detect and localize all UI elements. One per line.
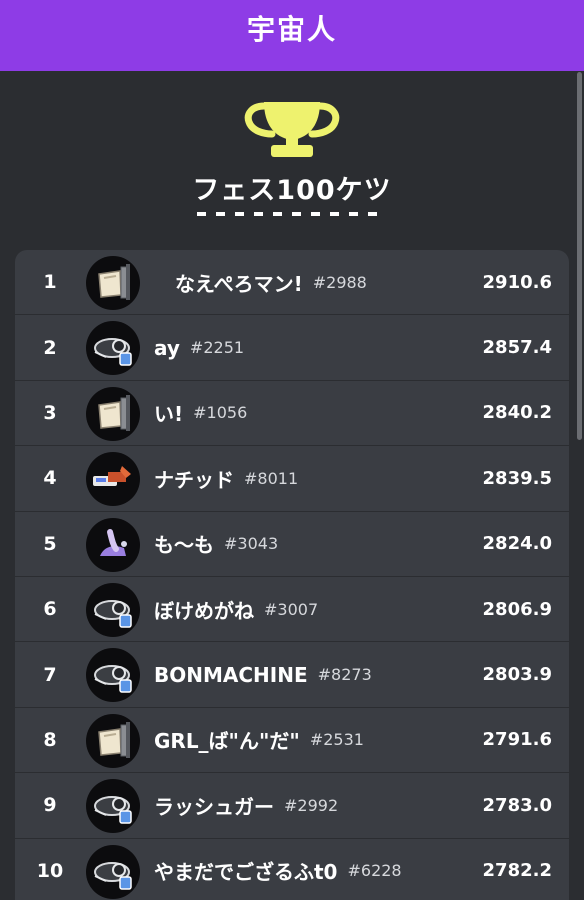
trophy-icon xyxy=(242,100,342,160)
leaderboard-row[interactable]: 2 ay #2251 2857.4 xyxy=(15,315,569,381)
player-name: ぼけめがね xyxy=(154,598,254,623)
leaderboard-row[interactable]: 10 やまだでござるふt0 #6228 2782.2 xyxy=(15,839,569,900)
player-score: 2857.4 xyxy=(482,337,552,359)
player-tag: #1056 xyxy=(193,403,248,423)
player-info: なえぺろマン! #2988 xyxy=(175,250,367,314)
bucket-icon xyxy=(86,517,140,572)
rank-number: 9 xyxy=(43,794,57,817)
dualie-icon xyxy=(86,452,140,507)
player-info: ay #2251 xyxy=(154,315,244,379)
splat-roller-icon xyxy=(86,386,140,441)
rank-number: 6 xyxy=(43,598,57,621)
leaderboard-list: 1 なえぺろマン! #2988 2910.6 2 ay #2251 2857.4 3 い! #105… xyxy=(15,250,569,900)
page-title: 宇宙人 xyxy=(246,13,337,46)
player-tag: #2992 xyxy=(284,795,339,815)
leaderboard-row[interactable]: 7 BONMACHINE #8273 2803.9 xyxy=(15,642,569,708)
leaderboard-row[interactable]: 6 ぼけめがね #3007 2806.9 xyxy=(15,577,569,643)
player-info: ぼけめがね #3007 xyxy=(154,577,318,641)
rank-number: 7 xyxy=(43,663,57,686)
leaderboard-row[interactable]: 3 い! #1056 2840.2 xyxy=(15,381,569,447)
splatling-icon xyxy=(86,648,140,703)
player-name: ナチッド xyxy=(154,467,234,492)
leaderboard-row[interactable]: 4 ナチッド #8011 2839.5 xyxy=(15,446,569,512)
player-info: い! #1056 xyxy=(154,381,247,445)
splatling-icon xyxy=(86,844,140,899)
player-score: 2782.2 xyxy=(482,860,552,882)
player-name: やまだでござるふt0 xyxy=(154,860,338,885)
rank-number: 2 xyxy=(43,336,57,359)
player-name: なえぺろマン! xyxy=(175,271,303,296)
player-info: ラッシュガー #2992 xyxy=(154,773,338,837)
player-name: ay xyxy=(154,335,180,360)
leaderboard-row[interactable]: 8 GRL_ば"ん"だ" #2531 2791.6 xyxy=(15,708,569,774)
leaderboard-row[interactable]: 5 も〜も #3043 2824.0 xyxy=(15,512,569,577)
rank-number: 3 xyxy=(43,401,57,424)
rank-number: 8 xyxy=(43,728,57,751)
player-tag: #2531 xyxy=(309,730,364,750)
player-info: やまだでござるふt0 #6228 xyxy=(154,839,402,900)
splat-roller-icon xyxy=(86,713,140,768)
rank-number: 4 xyxy=(43,467,57,490)
player-score: 2791.6 xyxy=(482,729,552,751)
splatling-icon xyxy=(86,321,140,376)
scrollbar[interactable] xyxy=(577,72,582,440)
player-tag: #3043 xyxy=(224,534,279,554)
splatling-icon xyxy=(86,582,140,637)
player-score: 2803.9 xyxy=(482,664,552,686)
player-tag: #6228 xyxy=(347,861,402,881)
player-info: GRL_ば"ん"だ" #2531 xyxy=(154,708,364,772)
title-underline xyxy=(197,212,387,216)
player-info: BONMACHINE #8273 xyxy=(154,642,372,706)
rank-number: 5 xyxy=(43,532,57,555)
player-name: BONMACHINE xyxy=(154,662,308,687)
header-bar: 宇宙人 xyxy=(0,0,584,71)
board-title: フェス100ケツ xyxy=(192,175,392,206)
leaderboard-row[interactable]: 1 なえぺろマン! #2988 2910.6 xyxy=(15,250,569,316)
player-tag: #3007 xyxy=(264,599,319,619)
player-score: 2824.0 xyxy=(482,533,552,555)
player-name: も〜も xyxy=(154,533,214,558)
player-tag: #2988 xyxy=(312,272,367,292)
player-score: 2783.0 xyxy=(482,794,552,816)
player-tag: #2251 xyxy=(189,338,245,358)
splatling-icon xyxy=(86,779,140,834)
player-name: GRL_ば"ん"だ" xyxy=(154,729,300,754)
player-tag: #8011 xyxy=(244,468,299,488)
rank-number: 1 xyxy=(43,271,57,294)
player-tag: #8273 xyxy=(317,665,372,685)
player-info: ナチッド #8011 xyxy=(154,446,298,510)
splat-roller-icon xyxy=(86,256,140,310)
player-score: 2806.9 xyxy=(482,598,552,620)
player-score: 2840.2 xyxy=(482,402,552,424)
player-info: も〜も #3043 xyxy=(154,512,278,576)
player-name: い! xyxy=(154,402,184,427)
player-name: ラッシュガー xyxy=(154,794,274,819)
player-score: 2910.6 xyxy=(482,271,552,293)
leaderboard-row[interactable]: 9 ラッシュガー #2992 2783.0 xyxy=(15,773,569,839)
player-score: 2839.5 xyxy=(482,467,552,489)
rank-number: 10 xyxy=(36,859,64,882)
